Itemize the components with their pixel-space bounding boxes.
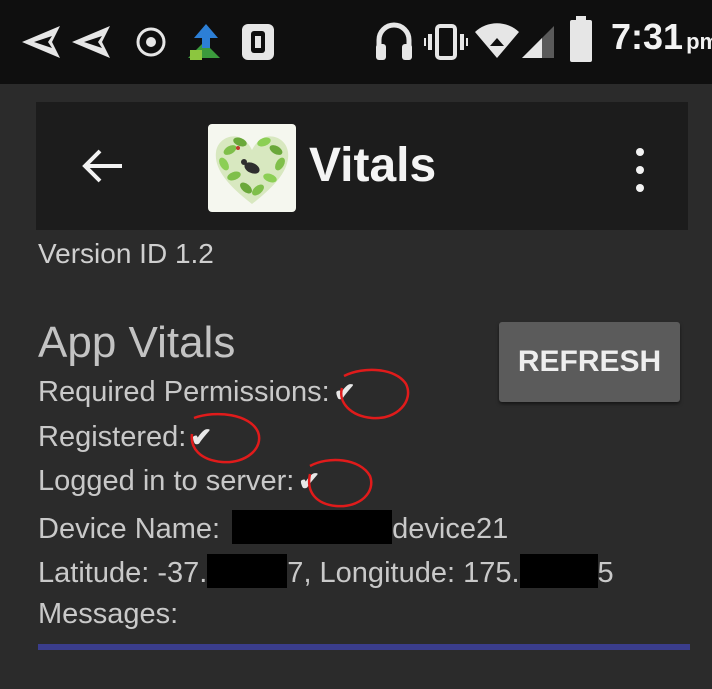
- battery-icon: [570, 16, 592, 62]
- longitude-label: , Longitude: 175.: [303, 557, 520, 589]
- status-bar: 7:31 pm: [0, 0, 712, 84]
- section-heading: App Vitals: [38, 318, 236, 367]
- app-bar: Vitals: [36, 102, 688, 230]
- device-name-value: device21: [392, 513, 509, 545]
- vibrate-icon: [424, 24, 468, 60]
- refresh-button[interactable]: REFRESH: [499, 322, 680, 402]
- location-row: Latitude: -37. 7, Longitude: 175. 5: [38, 554, 614, 590]
- send-icon: [72, 26, 110, 58]
- arrow-left-icon[interactable]: [76, 138, 132, 194]
- registered-label: Registered:: [38, 421, 187, 453]
- device-name-label: Device Name:: [38, 513, 221, 545]
- latitude-end: 7: [287, 557, 304, 589]
- device-name-row: Device Name: device21: [38, 510, 508, 546]
- messages-label: Messages:: [38, 598, 179, 630]
- app-update-icon: [188, 24, 220, 60]
- send-icon: [22, 26, 60, 58]
- annotation-circle: [190, 412, 261, 464]
- signal-icon: [522, 26, 554, 58]
- wifi-icon: [475, 23, 519, 58]
- progress-divider: [38, 644, 690, 650]
- shield-icon: [136, 27, 166, 57]
- required-permissions-row: Required Permissions: ✔: [38, 376, 356, 409]
- required-permissions-label: Required Permissions:: [38, 376, 330, 408]
- latitude-label: Latitude: -37.: [38, 557, 208, 589]
- headphones-icon: [376, 22, 412, 60]
- redaction-bar: [207, 554, 288, 588]
- app-title: Vitals: [309, 139, 437, 192]
- annotation-circle: [307, 458, 373, 508]
- more-vertical-icon[interactable]: [620, 142, 660, 198]
- messages-row: Messages:: [38, 598, 178, 631]
- longitude-end: 5: [597, 557, 614, 589]
- version-label: Version ID 1.2: [38, 238, 214, 269]
- app-logo: [208, 124, 296, 212]
- redaction-bar: [232, 510, 393, 544]
- logged-in-row: Logged in to server: ✔: [38, 465, 320, 498]
- clock: 7:31 pm: [611, 16, 712, 57]
- annotation-circle: [339, 368, 410, 420]
- redaction-bar: [519, 554, 598, 588]
- sim-app-icon: [242, 24, 274, 60]
